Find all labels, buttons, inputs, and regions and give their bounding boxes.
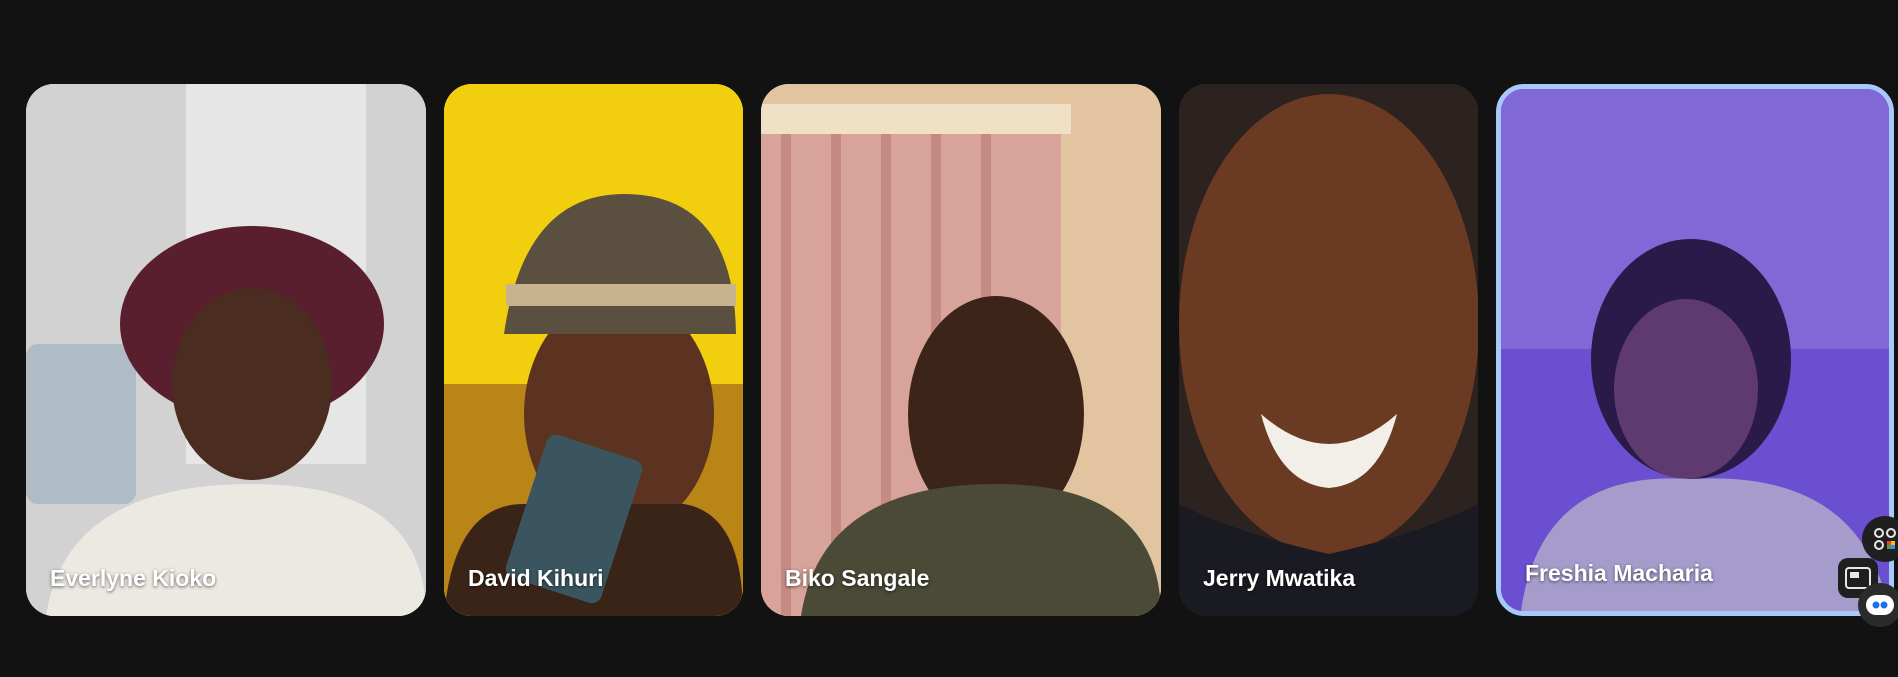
participant-name: Jerry Mwatika	[1203, 565, 1356, 591]
participant-name: David Kihuri	[468, 565, 604, 591]
participant-name: Biko Sangale	[785, 565, 930, 591]
video-feed	[1501, 89, 1889, 611]
participant-tile-freshia-macharia[interactable]: Freshia Macharia	[1496, 84, 1894, 616]
apps-icon	[1874, 528, 1896, 550]
participant-name: Freshia Macharia	[1525, 560, 1713, 586]
participant-tile-everlyne-kioko[interactable]: Everlyne Kioko	[26, 84, 426, 616]
participant-tile-jerry-mwatika[interactable]: Jerry Mwatika	[1179, 84, 1478, 616]
participant-tile-david-kihuri[interactable]: David Kihuri	[444, 84, 743, 616]
participant-tile-biko-sangale[interactable]: Biko Sangale	[761, 84, 1161, 616]
video-feed	[1179, 84, 1478, 616]
video-feed	[444, 84, 743, 616]
assistant-bot-icon	[1866, 595, 1894, 615]
assistant-button[interactable]	[1858, 583, 1898, 627]
video-feed	[26, 84, 426, 616]
participant-name: Everlyne Kioko	[50, 565, 217, 591]
video-feed	[761, 84, 1161, 616]
